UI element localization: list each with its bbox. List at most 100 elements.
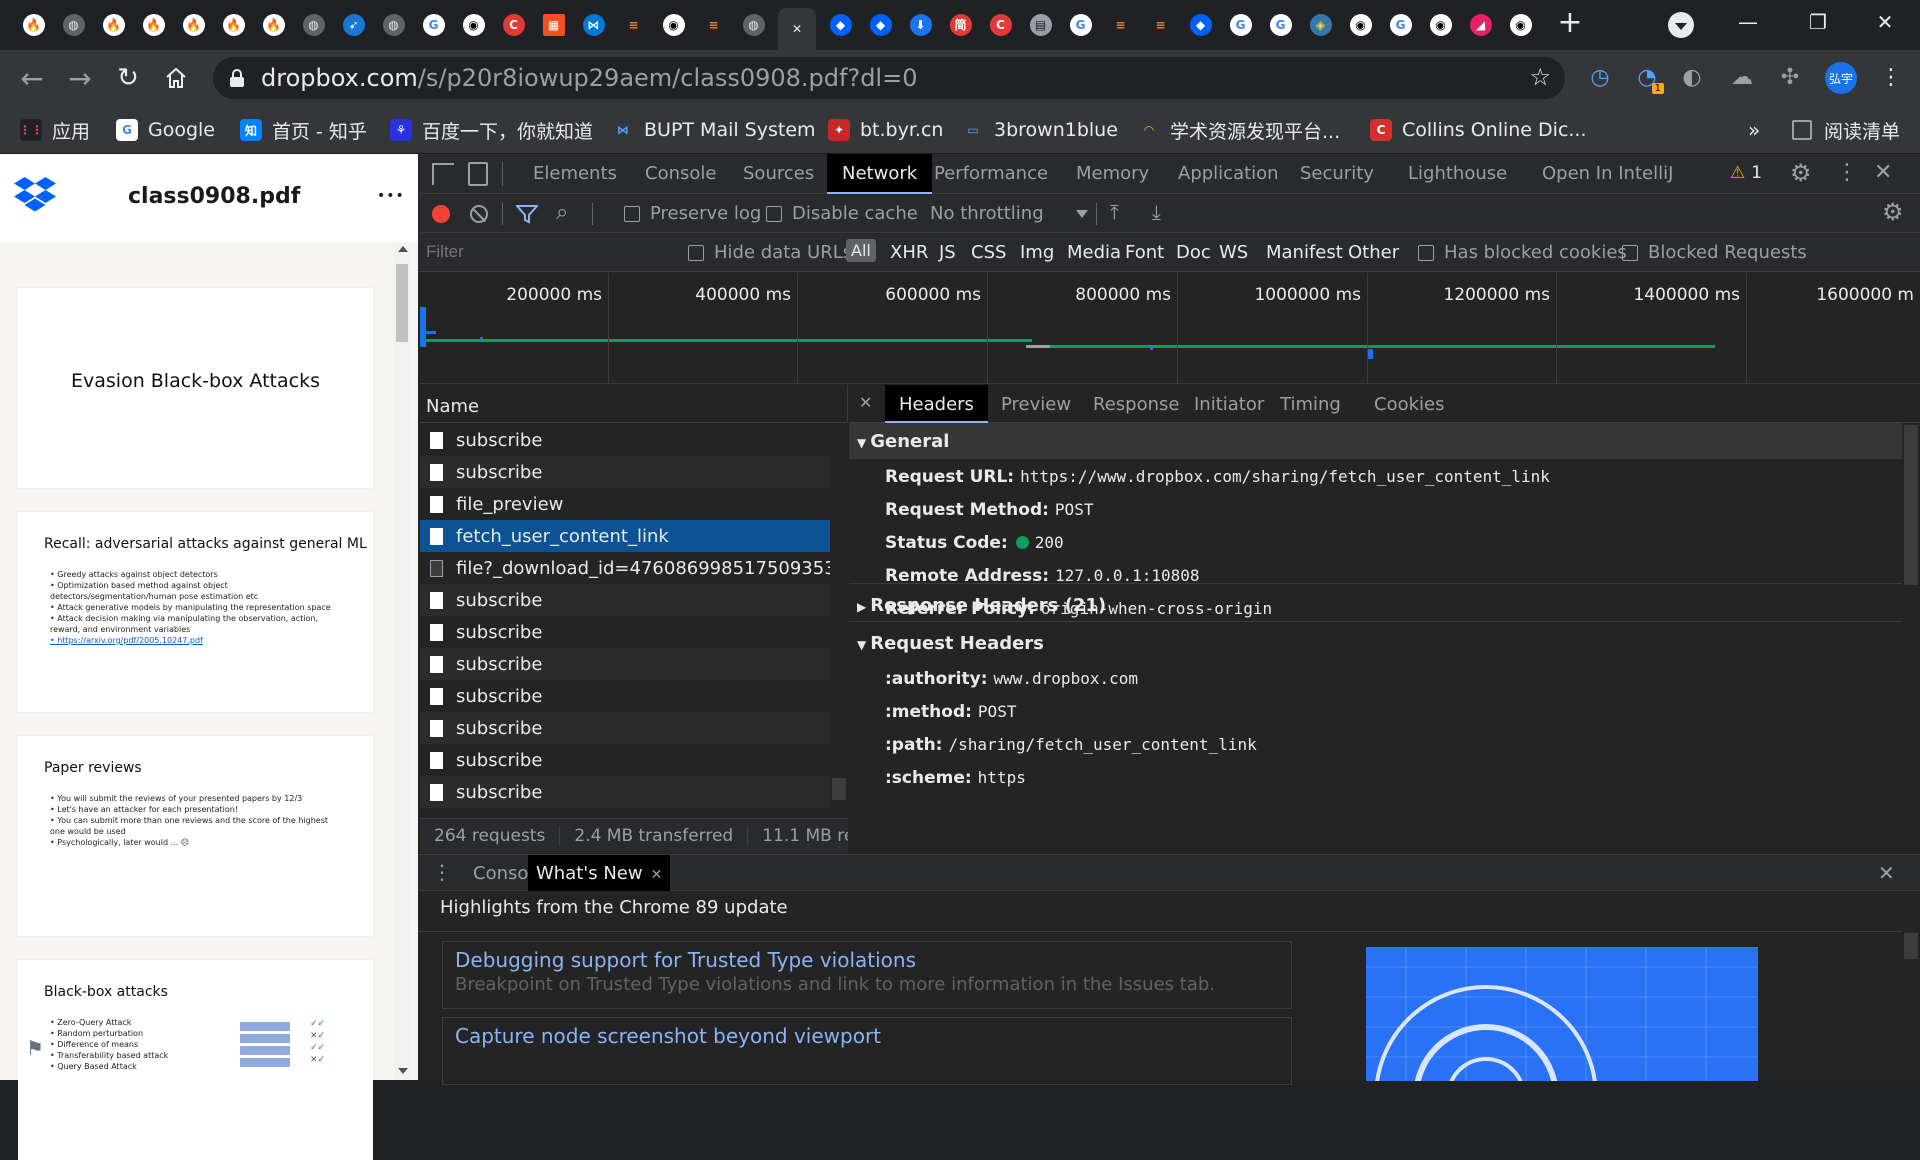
browser-tab[interactable]: ≡	[698, 10, 729, 41]
slide-thumbnail[interactable]: Black-box attacks • Zero-Query Attack • R…	[18, 960, 373, 1160]
list-scrollbar[interactable]	[830, 423, 848, 818]
header-value[interactable]: 200	[1035, 533, 1064, 552]
bookmark-item[interactable]: ▭ 3brown1blue	[962, 116, 1118, 144]
browser-tab[interactable]: ⬇	[905, 10, 936, 41]
feature-card[interactable]: Debugging support for Trusted Type viola…	[442, 941, 1292, 1009]
request-row[interactable]: file?_download_id=4760869985175093537110…	[420, 552, 830, 584]
settings-gear-icon[interactable]: ⚙	[1790, 159, 1812, 187]
browser-tab[interactable]: ≡	[1105, 10, 1136, 41]
type-filter-all[interactable]: All	[846, 239, 876, 262]
devtools-tab-application[interactable]: Application	[1178, 163, 1279, 184]
header-value[interactable]: www.dropbox.com	[994, 669, 1139, 688]
devtools-tab-sources[interactable]: Sources	[743, 163, 814, 184]
request-row[interactable]: subscribe	[420, 456, 830, 488]
request-row[interactable]: subscribe	[420, 616, 830, 648]
devtools-tab-elements[interactable]: Elements	[533, 163, 617, 184]
browser-tab[interactable]: ◉	[1425, 10, 1456, 41]
preserve-log-checkbox[interactable]: Preserve log	[624, 203, 761, 224]
browser-tab[interactable]: G	[1265, 10, 1296, 41]
feature-card-title[interactable]: Capture node screenshot beyond viewport	[455, 1024, 1279, 1048]
browser-tab[interactable]: ◉	[658, 10, 689, 41]
tab-search-button[interactable]	[1668, 12, 1694, 38]
request-headers-section[interactable]: ▼ Request Headers	[849, 625, 1902, 661]
name-column-header[interactable]: Name	[420, 385, 848, 423]
devtools-tab-security[interactable]: Security	[1300, 163, 1374, 184]
scroll-down-arrow-icon[interactable]	[398, 1068, 408, 1074]
browser-tab[interactable]: ◉	[1505, 10, 1536, 41]
slide-thumbnail[interactable]: Paper reviews • You will submit the revie…	[18, 736, 373, 936]
warnings-badge[interactable]: ⚠ 1	[1730, 163, 1762, 183]
inspect-element-icon[interactable]	[432, 163, 454, 185]
close-devtools-icon[interactable]: ✕	[1874, 160, 1892, 185]
close-tab-icon[interactable]: ✕	[651, 867, 663, 883]
bookmark-star-icon[interactable]: ☆	[1529, 63, 1551, 91]
browser-tab[interactable]: ◢	[1465, 10, 1496, 41]
request-row[interactable]: subscribe	[420, 584, 830, 616]
type-filter-js[interactable]: JS	[939, 242, 956, 263]
checkbox[interactable]	[1622, 244, 1638, 261]
history-extension-icon[interactable]: ◷	[1583, 60, 1617, 94]
browser-tab[interactable]: G	[1385, 10, 1416, 41]
network-settings-gear-icon[interactable]: ⚙	[1882, 198, 1904, 226]
browser-tab[interactable]: ◉	[1345, 10, 1376, 41]
browser-tab[interactable]: 🔥	[98, 10, 129, 41]
header-value[interactable]: https://www.dropbox.com/sharing/fetch_us…	[1020, 467, 1550, 486]
export-har-icon[interactable]: ⤓	[1152, 200, 1161, 224]
detail-tab-timing[interactable]: Timing	[1280, 394, 1341, 415]
browser-tab[interactable]: ▤	[1025, 10, 1056, 41]
scrollbar-thumb[interactable]	[396, 264, 408, 342]
feature-card[interactable]: Capture node screenshot beyond viewport	[442, 1017, 1292, 1085]
browser-tab[interactable]: ≡	[1145, 10, 1176, 41]
menu-kebab-icon[interactable]: ⋮	[1874, 60, 1908, 94]
restore-button[interactable]: ❐	[1783, 0, 1853, 44]
details-scrollbar[interactable]	[1902, 423, 1920, 853]
browser-tab[interactable]: ◆	[865, 10, 896, 41]
throttling-select[interactable]: No throttling	[930, 203, 1088, 224]
browser-tab[interactable]: ◆	[825, 10, 856, 41]
type-filter-css[interactable]: CSS	[971, 242, 1006, 263]
request-row[interactable]: subscribe	[420, 648, 830, 680]
request-row[interactable]: subscribe	[420, 424, 830, 456]
browser-tab[interactable]: C	[498, 10, 529, 41]
bookmark-item[interactable]: ⋈ BUPT Mail System	[612, 116, 816, 144]
checkbox[interactable]	[766, 205, 782, 222]
tab-active[interactable]: ✕	[778, 8, 816, 50]
close-icon[interactable]: ✕	[786, 18, 808, 40]
browser-tab[interactable]: ➶	[338, 10, 369, 41]
translate-extension-icon[interactable]: ◔ 1	[1630, 60, 1664, 94]
devtools-tab-performance[interactable]: Performance	[934, 163, 1048, 184]
type-filter-font[interactable]: Font	[1125, 242, 1164, 263]
browser-tab[interactable]: ▦	[538, 10, 569, 41]
header-value[interactable]: POST	[1055, 500, 1094, 519]
feedback-flag-icon[interactable]: ⚑	[26, 1036, 44, 1060]
disable-cache-checkbox[interactable]: Disable cache	[766, 203, 918, 224]
browser-tab[interactable]: 🔥	[178, 10, 209, 41]
detail-tab-preview[interactable]: Preview	[1001, 394, 1071, 415]
close-window-button[interactable]: ✕	[1850, 0, 1920, 44]
reload-button[interactable]: ↻	[108, 58, 148, 98]
forward-button[interactable]: →	[60, 58, 100, 98]
hide-data-urls-checkbox[interactable]: Hide data URLs	[688, 242, 852, 263]
request-row[interactable]: subscribe	[420, 680, 830, 712]
drawer-menu-icon[interactable]: ⋮	[432, 860, 452, 884]
new-tab-button[interactable]: +	[1552, 6, 1588, 42]
browser-tab[interactable]: ◉	[458, 10, 489, 41]
header-value[interactable]: /sharing/fetch_user_content_link	[948, 735, 1256, 754]
request-row[interactable]: subscribe	[420, 744, 830, 776]
profile-avatar[interactable]: 弘宇	[1825, 62, 1857, 94]
browser-tab[interactable]: ◆	[1185, 10, 1216, 41]
request-row[interactable]: subscribe	[420, 776, 830, 808]
request-row[interactable]: file_preview	[420, 488, 830, 520]
browser-tab[interactable]: 🔥	[218, 10, 249, 41]
bookmark-item[interactable]: ⋮⋮ 应用	[19, 116, 90, 144]
request-row[interactable]: fetch_user_content_link	[420, 520, 830, 552]
slide-link[interactable]: • https://arxiv.org/pdf/2005.10247.pdf	[50, 636, 203, 646]
network-overview-timeline[interactable]: 200000 ms 400000 ms 600000 ms 800000 ms 1000…	[420, 273, 1920, 384]
type-filter-xhr[interactable]: XHR	[890, 242, 928, 263]
slide-thumbnail[interactable]: Evasion Black-box Attacks	[18, 288, 373, 488]
detail-tab-initiator[interactable]: Initiator	[1194, 394, 1264, 415]
type-filter-doc[interactable]: Doc	[1176, 242, 1211, 263]
drawer-tab-whats-new[interactable]: What's New ✕	[528, 855, 671, 891]
detail-tab-headers[interactable]: Headers	[885, 385, 988, 423]
browser-tab[interactable]: ⋈	[578, 10, 609, 41]
